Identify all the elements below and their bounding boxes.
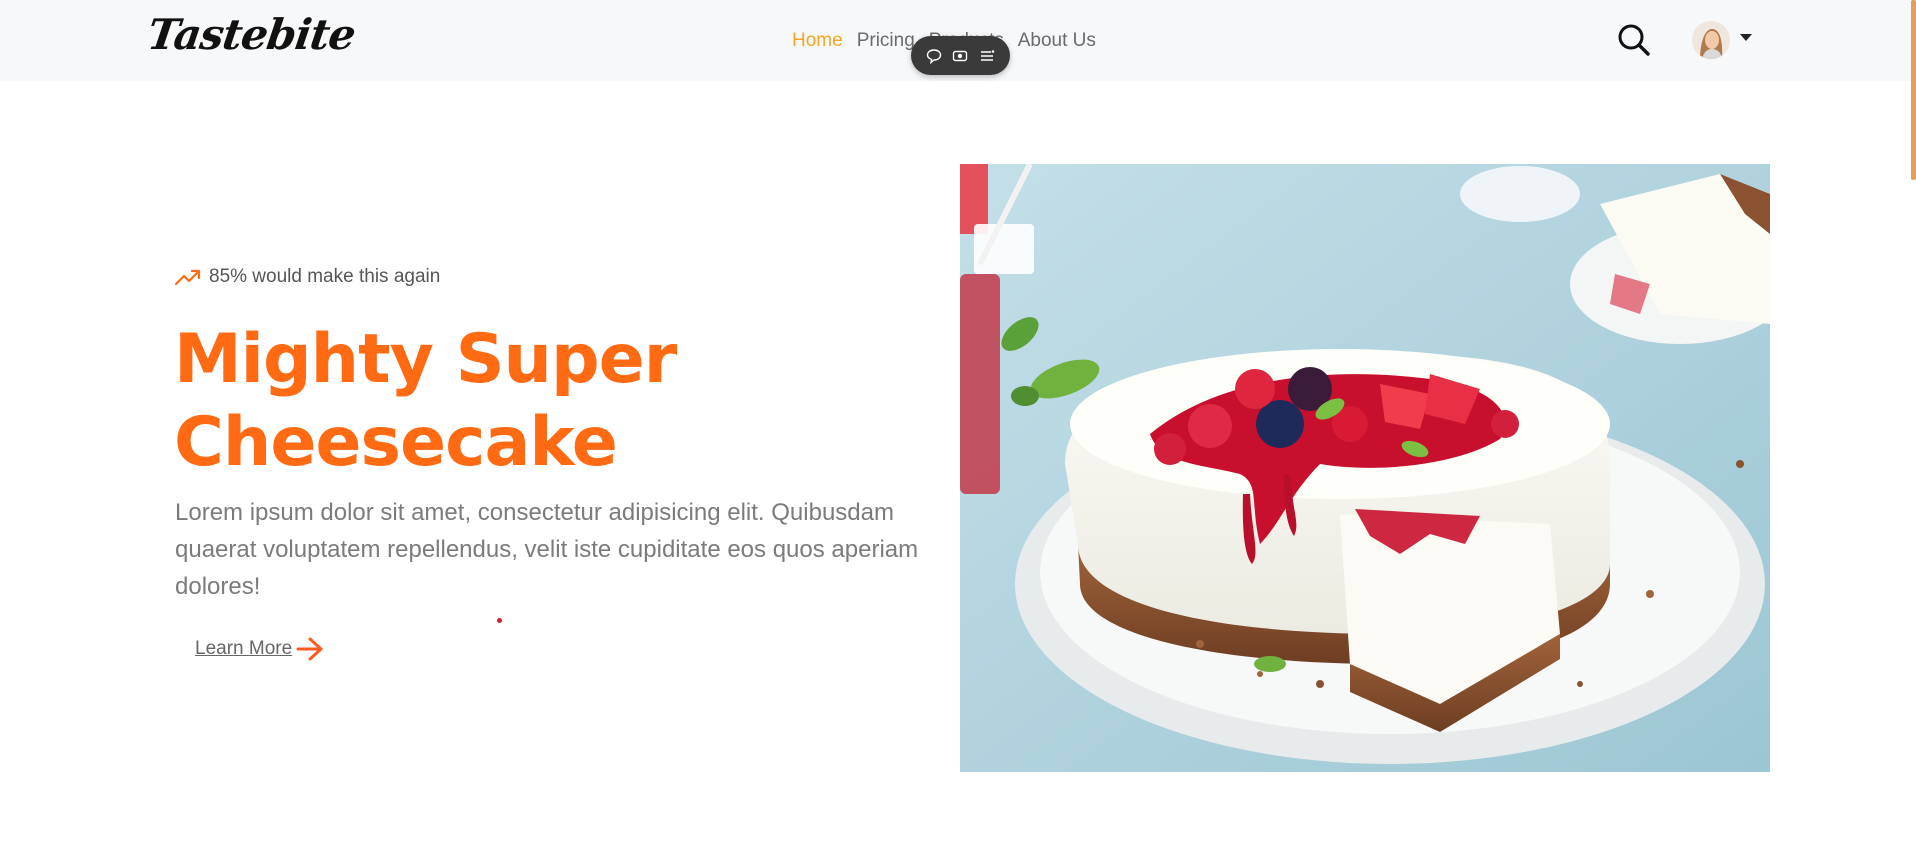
comment-icon [926, 48, 942, 64]
hero-stat-text: 85% would make this again [209, 266, 441, 287]
cheesecake-photo [960, 164, 1770, 772]
search-icon [1618, 24, 1650, 56]
page-scroll-indicator[interactable] [1911, 0, 1916, 180]
nav-about-us[interactable]: About Us [1018, 28, 1096, 54]
brand-logo[interactable]: Tastebite [145, 10, 359, 59]
trending-up-icon [175, 269, 201, 286]
mouse-cursor-dot [497, 618, 502, 623]
arrow-right-icon [296, 637, 323, 661]
menu-list-button[interactable] [976, 45, 998, 67]
hero-stat: 85% would make this again [175, 266, 440, 288]
avatar [1692, 21, 1730, 59]
hero-description: Lorem ipsum dolor sit amet, consectetur … [175, 499, 919, 600]
screen-record-icon [953, 50, 968, 61]
learn-more-link[interactable]: Learn More [195, 636, 324, 662]
search-button[interactable] [1614, 20, 1654, 60]
floating-toolbar [911, 36, 1010, 75]
nav-home[interactable]: Home [792, 28, 843, 54]
nav-pricing[interactable]: Pricing [857, 28, 915, 54]
comment-button[interactable] [923, 45, 945, 67]
hero-title-line-2: Cheesecake [174, 403, 618, 482]
menu-list-icon [980, 49, 995, 61]
screen-record-button[interactable] [949, 45, 971, 67]
hero-title-line-1: Mighty Super [174, 320, 677, 399]
hero-title: Mighty Super Cheesecake [174, 318, 934, 484]
caret-down-icon [1740, 33, 1752, 41]
user-menu[interactable] [1692, 20, 1758, 60]
learn-more-label: Learn More [195, 638, 293, 659]
